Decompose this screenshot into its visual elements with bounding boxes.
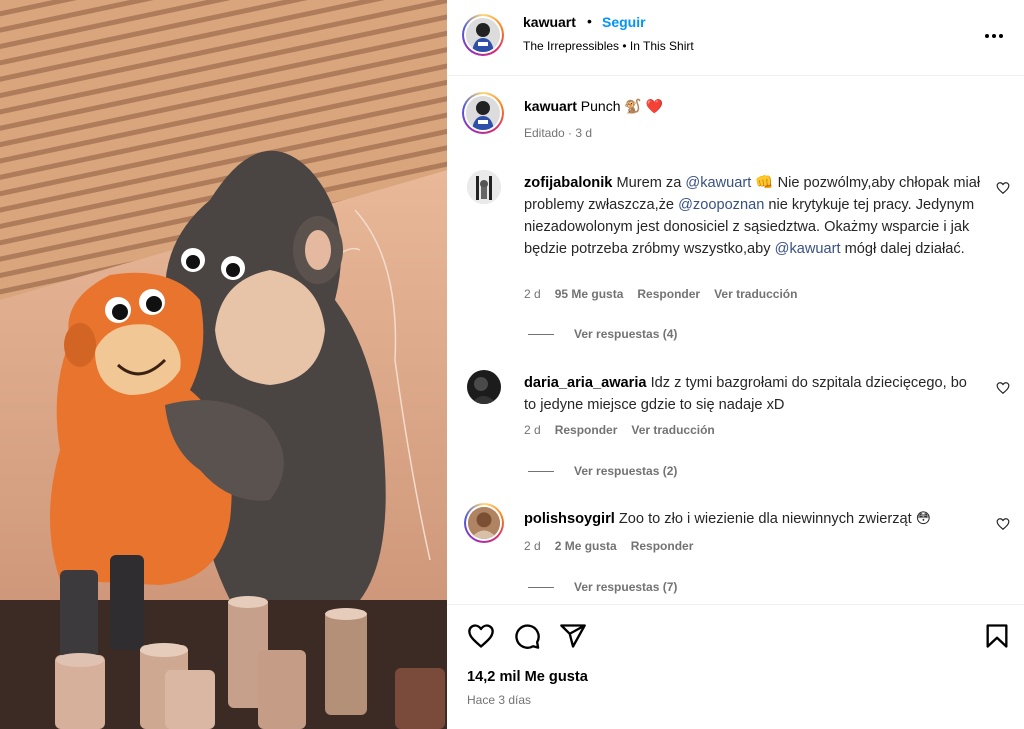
avatar-photo-icon	[467, 170, 501, 204]
comment-username[interactable]: zofijabalonik	[524, 175, 612, 191]
like-comment-heart-icon[interactable]	[996, 381, 1010, 395]
view-replies-button[interactable]: Ver respuestas (7)	[528, 580, 677, 594]
commenter-avatar[interactable]	[467, 170, 501, 204]
reply-button[interactable]: Responder	[555, 423, 618, 437]
comment-text: polishsoygirl Zoo to zło i wiezienie dla…	[524, 508, 982, 530]
follow-button[interactable]: Seguir	[602, 14, 646, 30]
replies-divider	[528, 333, 554, 335]
caption-meta: Editado · 3 d	[524, 126, 593, 140]
comment-likes[interactable]: 95 Me gusta	[555, 287, 624, 301]
comment-meta: 2 d Responder Ver traducción	[524, 423, 715, 437]
audio-track-link[interactable]: The Irrepressibles • In This Shirt	[523, 39, 694, 53]
comment-icon[interactable]	[513, 622, 541, 650]
avatar-photo-icon	[468, 507, 500, 539]
caption-body: Punch 🐒 ❤️	[576, 98, 664, 114]
comment-text: daria_aria_awaria Idz z tymi bazgrołami …	[524, 372, 982, 416]
caption-username[interactable]: kawuart	[524, 98, 577, 114]
comment-time: 2 d	[524, 539, 541, 553]
post-actions: 14,2 mil Me gusta Hace 3 días	[447, 604, 1024, 729]
mural-photo	[0, 0, 447, 729]
comment-seg: Zoo to zło i wiezienie dla niewinnych zw…	[614, 511, 931, 527]
translate-button[interactable]: Ver traducción	[631, 423, 714, 437]
avatar-person-icon	[466, 96, 500, 130]
share-icon[interactable]	[559, 622, 587, 650]
bookmark-icon[interactable]	[983, 622, 1011, 650]
heart-icon[interactable]	[467, 622, 495, 650]
view-replies-label: Ver respuestas (7)	[574, 580, 678, 594]
separator-dot: •	[587, 13, 592, 29]
view-replies-label: Ver respuestas (2)	[574, 464, 678, 478]
like-comment-heart-icon[interactable]	[996, 181, 1010, 195]
more-options-button[interactable]	[982, 24, 1006, 48]
comment-text: zofijabalonik Murem za @kawuart 👊 Nie po…	[524, 172, 982, 260]
comment-seg: mógł dalej działać.	[840, 241, 965, 257]
translate-button[interactable]: Ver traducción	[714, 287, 797, 301]
post-header: kawuart • Seguir The Irrepressibles • In…	[447, 0, 1024, 76]
reply-button[interactable]: Responder	[631, 539, 694, 553]
comment-meta: 2 d 95 Me gusta Responder Ver traducción	[524, 287, 797, 301]
caption-avatar[interactable]	[462, 92, 504, 134]
commenter-avatar[interactable]	[467, 370, 501, 404]
mention-link[interactable]: @kawuart	[775, 241, 841, 257]
post-image[interactable]	[0, 0, 447, 729]
comment-time: 2 d	[524, 423, 541, 437]
comment-meta: 2 d 2 Me gusta Responder	[524, 539, 693, 553]
view-replies-label: Ver respuestas (4)	[574, 327, 678, 341]
author-username[interactable]: kawuart	[523, 14, 576, 30]
replies-divider	[528, 470, 554, 472]
caption-text: kawuart Punch 🐒 ❤️	[524, 98, 663, 115]
author-avatar[interactable]	[462, 14, 504, 56]
mention-link[interactable]: @zoopoznan	[678, 197, 764, 213]
comment-username[interactable]: daria_aria_awaria	[524, 375, 647, 391]
comment-username[interactable]: polishsoygirl	[524, 511, 615, 527]
view-replies-button[interactable]: Ver respuestas (2)	[528, 464, 677, 478]
mention-link[interactable]: @kawuart	[685, 175, 751, 191]
commenter-avatar[interactable]	[464, 503, 504, 543]
replies-divider	[528, 586, 554, 588]
post-likes-count[interactable]: 14,2 mil Me gusta	[467, 669, 588, 685]
post-timestamp[interactable]: Hace 3 días	[467, 693, 531, 707]
like-comment-heart-icon[interactable]	[996, 517, 1010, 531]
comment-seg: Murem za	[612, 175, 686, 191]
more-horizontal-icon	[985, 34, 1003, 38]
avatar-photo-icon	[467, 370, 501, 404]
view-replies-button[interactable]: Ver respuestas (4)	[528, 327, 677, 341]
comment-likes[interactable]: 2 Me gusta	[555, 539, 617, 553]
post-side-panel: kawuart • Seguir The Irrepressibles • In…	[447, 0, 1024, 729]
avatar-person-icon	[466, 18, 500, 52]
reply-button[interactable]: Responder	[637, 287, 700, 301]
comment-time: 2 d	[524, 287, 541, 301]
